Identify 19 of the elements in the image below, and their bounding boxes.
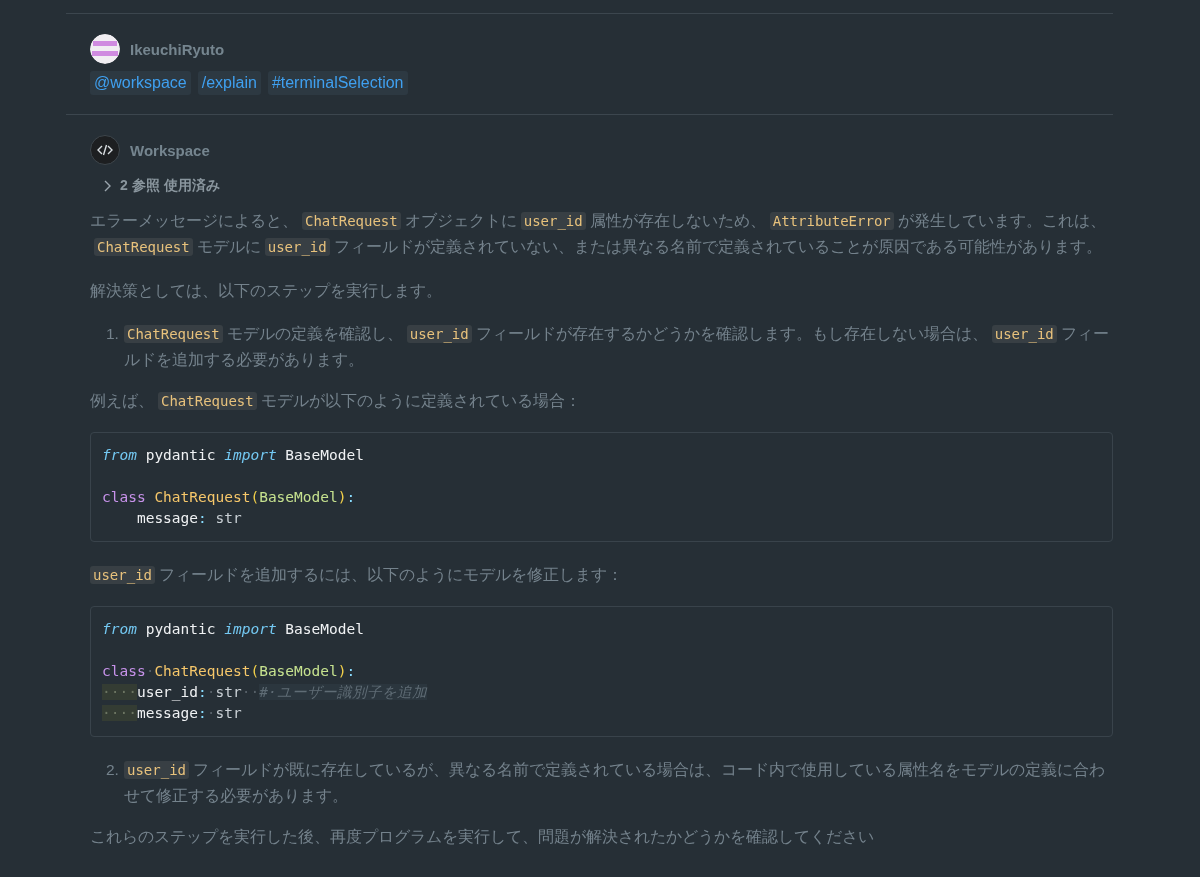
paragraph: これらのステップを実行した後、再度プログラムを実行して、問題が解決されたかどうかを確認してください	[90, 827, 875, 847]
paragraph: 例えば、 ChatRequest モデルが以下のように定義されている場合：	[90, 391, 582, 412]
avatar-icon	[90, 34, 120, 64]
list-number: 2.	[106, 760, 120, 780]
list-item-text: user_id フィールドが既に存在しているが、異なる名前で定義されている場合は、コード内で使用している属性名をモデルの定義に合わせて修正する必要があります。	[124, 760, 1106, 806]
paragraph: エラーメッセージによると、 ChatRequest オブジェクトに user_id 属性が存在しないため、 AttributeError が発生しています。これは、 ChatRequest モデルに user_id フィールドが定義されていない、または異なる名前で定義されていることが原因である可能性があります。	[90, 211, 1107, 258]
reference-tag[interactable]: /explain	[197, 71, 261, 95]
list-item-text: ChatRequest モデルの定義を確認し、 user_id フィールドが存在するかどうかを確認します。もし存在しない場合は、 user_id フィールドを追加する必要があります。	[124, 324, 1110, 370]
author-name: IkeuchiRyuto	[130, 40, 225, 58]
chevron-icon	[102, 180, 112, 192]
reference-tag[interactable]: @workspace	[90, 71, 191, 95]
references-toggle[interactable]: 2 参照 使用済み	[102, 174, 220, 198]
code-block: from pydantic import BaseModel class ChatRequest(BaseModel): message: str	[90, 432, 1113, 542]
author-name: Workspace	[130, 141, 210, 159]
code-icon	[90, 135, 120, 165]
paragraph: 解決策としては、以下のステップを実行します。	[90, 281, 443, 301]
reference-tag[interactable]: #terminalSelection	[267, 71, 408, 95]
paragraph: user_id フィールドを追加するには、以下のようにモデルを修正します：	[90, 562, 1113, 588]
list-number: 1.	[106, 324, 120, 344]
